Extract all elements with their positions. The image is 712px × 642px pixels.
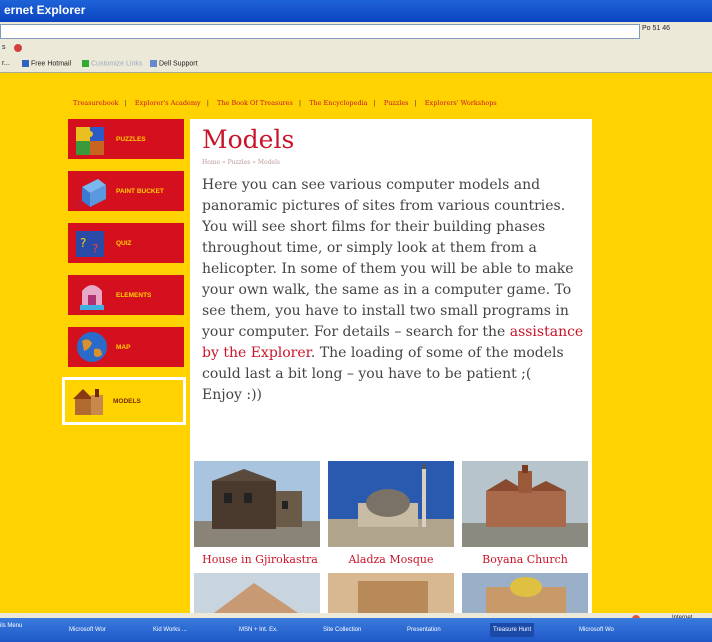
sidebar-item-label: ELEMENTS xyxy=(116,291,152,299)
taskbar-item[interactable]: Treasure Hunt xyxy=(490,623,535,637)
intro-paragraph-start: Here you can see various computer models… xyxy=(202,177,574,340)
globe-icon xyxy=(72,329,112,365)
sidebar-item-map[interactable]: MAP xyxy=(68,327,184,367)
svg-text:?: ? xyxy=(92,242,98,256)
nav-academy[interactable]: Explorer's Academy xyxy=(135,99,201,107)
links-icon xyxy=(82,60,89,67)
gallery-item-row2-2[interactable] xyxy=(328,573,454,613)
enjoy-text: Enjoy :)) xyxy=(202,387,263,403)
address-bar[interactable]: Po 51 46 xyxy=(0,22,712,41)
taskbar-item[interactable]: Presentation xyxy=(404,623,444,637)
nav-encyclopedia[interactable]: The Encyclopedia xyxy=(309,99,367,107)
link-free-hotmail[interactable]: Free Hotmail xyxy=(22,60,71,67)
taskbar-item[interactable]: Site Collection xyxy=(320,623,364,637)
link-customize[interactable]: Customize Links xyxy=(82,60,142,67)
thumbnail-image xyxy=(328,573,454,613)
gallery-item-mosque[interactable] xyxy=(328,461,454,555)
church-thumbnail xyxy=(462,461,588,547)
mosque-thumbnail xyxy=(328,461,454,547)
sidebar-item-elements[interactable]: ELEMENTS xyxy=(68,275,184,315)
dell-icon xyxy=(150,60,157,67)
taskbar-item[interactable]: Microsoft Wor xyxy=(66,623,109,637)
sidebar-item-label: PUZZLES xyxy=(116,135,146,143)
links-bar: r... Free Hotmail Customize Links Dell S… xyxy=(0,56,712,73)
top-navigation: Treasurebook | Explorer's Academy | The Bo… xyxy=(73,99,497,107)
nav-workshops[interactable]: Explorers' Workshops xyxy=(425,99,497,107)
sidebar-item-label: MODELS xyxy=(113,397,141,405)
nav-book[interactable]: The Book Of Treasures xyxy=(217,99,293,107)
gallery-caption[interactable]: Aladza Mosque xyxy=(321,553,461,566)
house-thumbnail xyxy=(194,461,320,547)
window-titlebar: ernet Explorer xyxy=(0,0,712,22)
paint-bucket-icon xyxy=(72,173,112,209)
start-menu-partial[interactable]: ils Menu xyxy=(0,623,22,629)
sidebar-item-label: MAP xyxy=(116,343,131,351)
thumbnail-image xyxy=(462,573,588,613)
home-icon[interactable] xyxy=(14,44,22,52)
nav-treasurebook[interactable]: Treasurebook xyxy=(73,99,119,107)
address-field[interactable] xyxy=(0,24,640,39)
page-title: Models xyxy=(202,125,295,154)
intro-text: Here you can see various computer models… xyxy=(202,175,590,406)
sidebar-item-label: PAINT BUCKET xyxy=(116,187,164,195)
gallery-item-church[interactable] xyxy=(462,461,588,555)
menu-partial[interactable]: s xyxy=(2,44,6,51)
taskbar-item[interactable]: MSN + Int. Ex. xyxy=(236,623,281,637)
hotmail-icon xyxy=(22,60,29,67)
nav-puzzles[interactable]: Puzzles xyxy=(384,99,409,107)
window-title: ernet Explorer xyxy=(4,3,86,17)
sidebar-item-models[interactable]: MODELS xyxy=(62,377,186,425)
taskbar-item[interactable]: Microsoft Wo xyxy=(576,623,617,637)
sidebar-item-quiz[interactable]: ?? QUIZ xyxy=(68,223,184,263)
thumbnail-image xyxy=(194,573,320,613)
puzzle-icon xyxy=(72,121,112,157)
gallery-item-row2-1[interactable] xyxy=(194,573,320,613)
svg-text:?: ? xyxy=(80,236,86,250)
gallery-caption[interactable]: Boyana Church xyxy=(455,553,595,566)
sidebar-item-label: QUIZ xyxy=(116,239,132,247)
main-panel: Models Home » Puzzles » Models Here you … xyxy=(190,119,592,613)
taskbar: ils Menu Microsoft Wor Kid Works ... MSN… xyxy=(0,618,712,642)
links-partial[interactable]: r... xyxy=(2,60,10,67)
sidebar-item-paint-bucket[interactable]: PAINT BUCKET xyxy=(68,171,184,211)
quiz-icon: ?? xyxy=(72,225,112,261)
link-dell-support[interactable]: Dell Support xyxy=(150,60,198,67)
page-content: Treasurebook | Explorer's Academy | The Bo… xyxy=(0,73,712,613)
toolbar-right-text: Po 51 46 xyxy=(642,25,671,32)
gallery-item-house[interactable] xyxy=(194,461,320,555)
elements-icon xyxy=(72,277,112,313)
breadcrumb[interactable]: Home » Puzzles » Models xyxy=(202,159,280,166)
gallery-item-row2-3[interactable] xyxy=(462,573,588,613)
sidebar-item-puzzles[interactable]: PUZZLES xyxy=(68,119,184,159)
menu-row: s xyxy=(0,40,712,56)
models-icon xyxy=(69,383,109,419)
gallery-caption[interactable]: House in Gjirokastra xyxy=(190,553,330,566)
taskbar-item[interactable]: Kid Works ... xyxy=(150,623,190,637)
